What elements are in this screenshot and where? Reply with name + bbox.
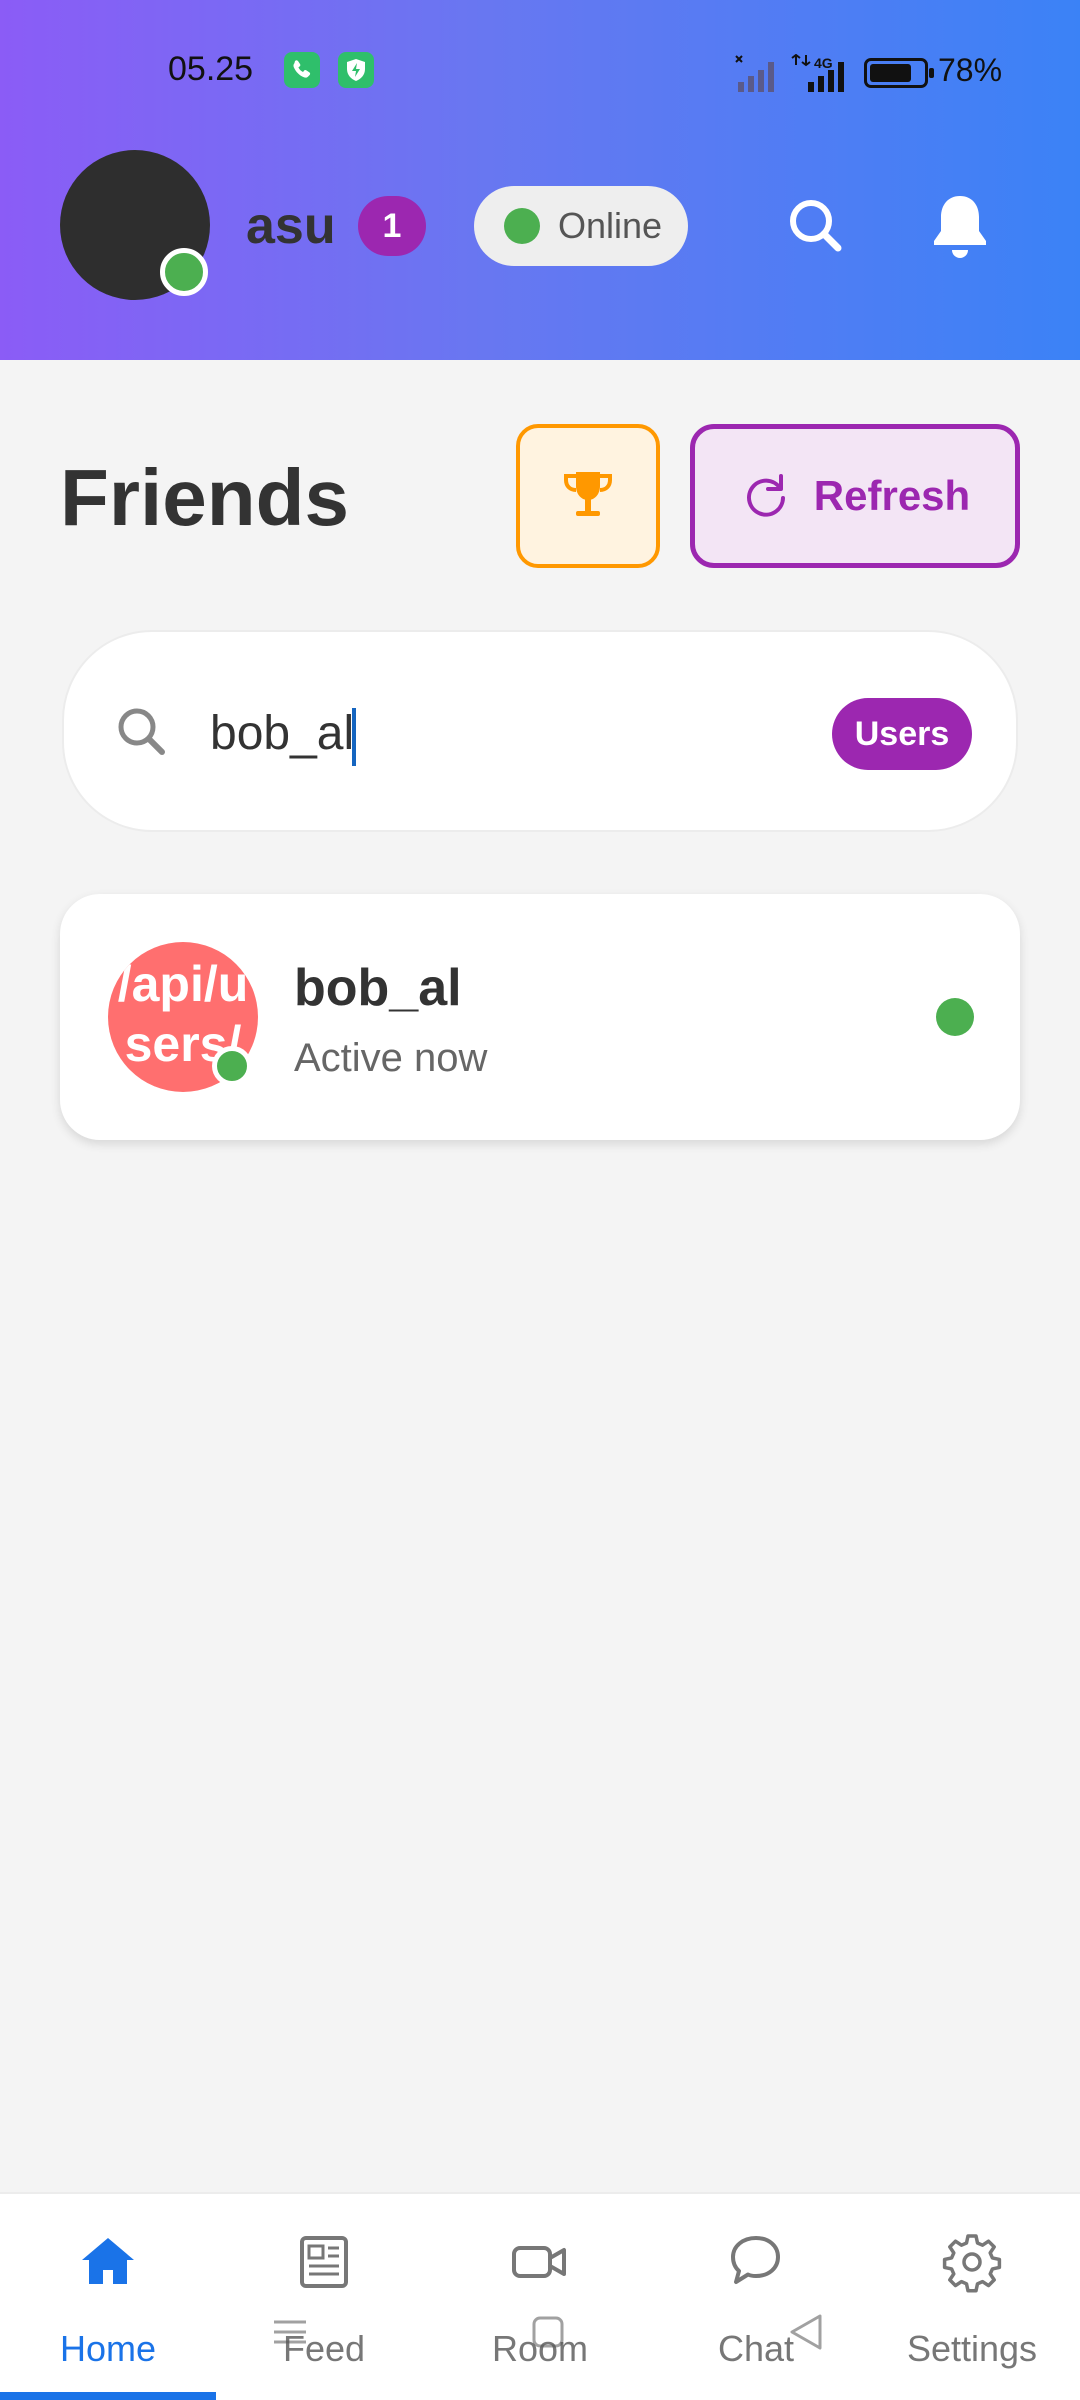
nav-home[interactable]: Home — [0, 2194, 216, 2400]
battery-icon — [864, 58, 934, 88]
app-header: 05.25 4G 78% asu 1 Online — [0, 0, 1080, 360]
friend-name: bob_al — [294, 959, 462, 1017]
nav-chat-label: Chat — [717, 2328, 795, 2369]
nav-settings-label: Settings — [906, 2328, 1038, 2369]
home-icon — [82, 2238, 134, 2284]
nav-room[interactable]: Room — [432, 2194, 648, 2400]
system-back-icon[interactable] — [786, 2312, 826, 2352]
friend-list-item[interactable]: /api/users/ bob_al Active now — [60, 894, 1020, 1140]
refresh-label: Refresh — [813, 472, 971, 519]
friend-search-bar[interactable]: Users — [62, 630, 1018, 832]
header-search-button[interactable] — [776, 186, 856, 266]
signal-weak-icon — [735, 55, 774, 92]
presence-label: Online — [558, 205, 663, 246]
nav-home-label: Home — [59, 2328, 157, 2369]
nav-chat[interactable]: Chat — [648, 2194, 864, 2400]
search-scope-chip[interactable]: Users — [832, 698, 972, 770]
search-icon — [790, 200, 842, 252]
presence-status-button[interactable]: Online — [474, 186, 688, 266]
status-time: 05.25 — [168, 50, 254, 88]
friend-status: Active now — [294, 1036, 488, 1080]
user-online-indicator — [160, 248, 208, 296]
battery-level-fill — [870, 64, 911, 82]
shield-bolt-icon — [338, 52, 374, 88]
system-menu-icon[interactable] — [270, 2312, 310, 2352]
username: asu — [246, 197, 336, 255]
refresh-icon — [746, 474, 785, 517]
search-scope-label: Users — [854, 714, 950, 753]
video-camera-icon — [512, 2246, 566, 2278]
newspaper-icon — [300, 2236, 348, 2288]
user-avatar[interactable] — [60, 150, 210, 300]
bell-icon — [934, 196, 986, 258]
notification-count-badge[interactable]: 1 — [358, 196, 426, 256]
presence-dot — [504, 208, 540, 244]
chat-bubble-icon — [731, 2236, 780, 2284]
search-icon — [118, 708, 165, 755]
nav-feed-label: Feed — [282, 2328, 366, 2369]
phone-call-icon — [284, 52, 320, 88]
status-bar: 05.25 4G 78% — [0, 48, 1080, 96]
network-type-label: 4G — [814, 55, 833, 71]
friend-avatar-online-indicator — [212, 1046, 252, 1086]
battery-percentage: 78% — [938, 52, 1003, 88]
notifications-button[interactable] — [920, 186, 1000, 266]
friend-online-indicator — [936, 998, 974, 1036]
notification-count: 1 — [382, 206, 402, 245]
page-title: Friends — [60, 453, 349, 542]
nav-feed[interactable]: Feed — [216, 2194, 432, 2400]
leaderboard-button[interactable] — [516, 424, 660, 568]
refresh-button[interactable]: Refresh — [690, 424, 1020, 568]
active-tab-indicator — [0, 2392, 216, 2400]
nav-settings[interactable]: Settings — [864, 2194, 1080, 2400]
text-caret — [352, 708, 356, 766]
trophy-icon — [564, 472, 612, 516]
bottom-navigation: Home Feed Room Chat Settings — [0, 2192, 1080, 2400]
system-home-icon[interactable] — [528, 2312, 568, 2352]
gear-icon — [942, 2234, 1002, 2293]
signal-4g-icon: 4G — [791, 54, 844, 92]
friend-search-input[interactable] — [210, 688, 770, 778]
